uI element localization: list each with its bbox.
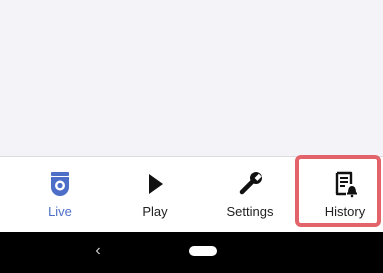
content-area <box>0 0 383 156</box>
nav-label-settings: Settings <box>226 204 274 219</box>
app-screen: Live Play Settings History ‹ <box>0 0 383 273</box>
nav-item-play[interactable]: Play <box>115 157 195 232</box>
chevron-left-icon[interactable]: ‹ <box>88 241 108 261</box>
nav-item-live[interactable]: Live <box>20 157 100 232</box>
wrench-icon <box>236 170 264 198</box>
camera-icon <box>46 170 74 198</box>
bottom-navigation: Live Play Settings History <box>0 157 383 232</box>
nav-label-history: History <box>324 204 366 219</box>
nav-item-settings[interactable]: Settings <box>210 157 290 232</box>
system-navigation-bar: ‹ <box>0 232 383 273</box>
nav-item-history[interactable]: History <box>305 157 383 232</box>
play-icon <box>141 170 169 198</box>
nav-label-play: Play <box>142 204 168 219</box>
home-pill-icon[interactable] <box>189 246 217 256</box>
history-doc-bell-icon <box>331 170 359 198</box>
nav-label-live: Live <box>48 204 72 219</box>
